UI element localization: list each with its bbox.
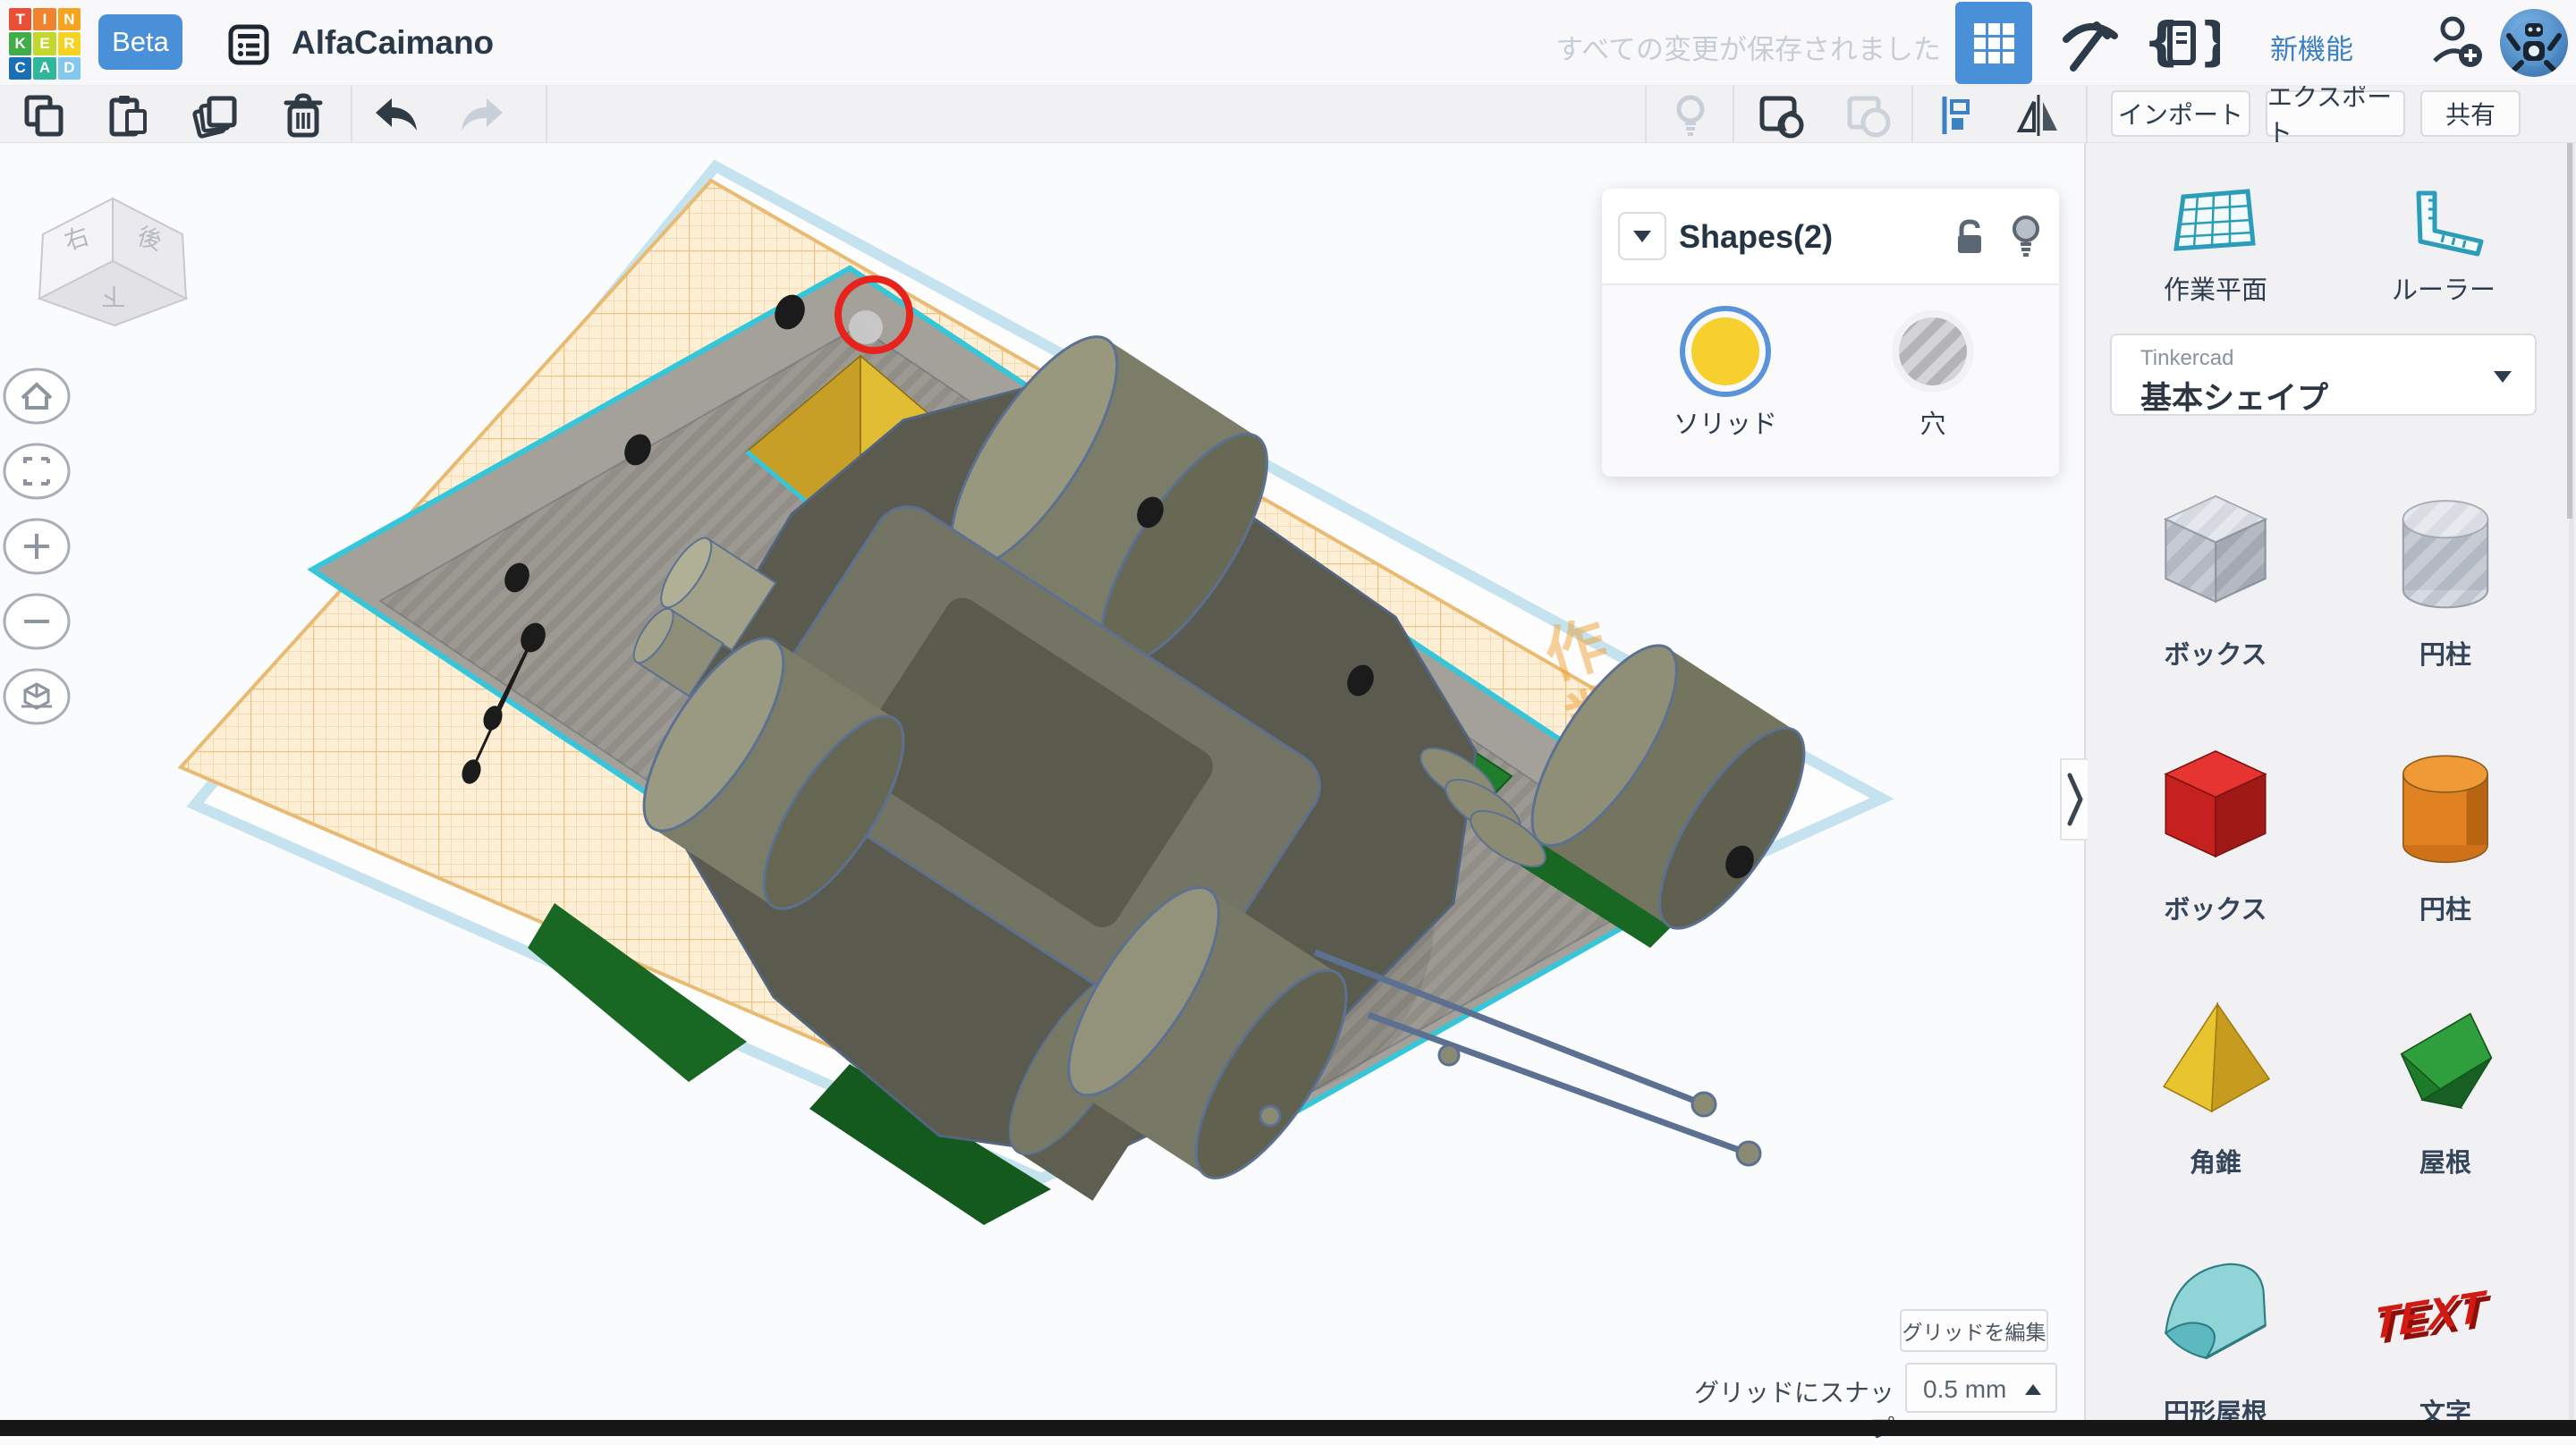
chevron-right-icon [2065,768,2085,831]
shapes-inspector-panel: Shapes(2) ソリッド [1602,189,2059,477]
hide-bulb-icon[interactable] [2006,214,2046,260]
app-header: TIN KER CAD Beta AlfaCaimano すべての変更が保存されまし… [0,0,2576,86]
shapes-panel-title: Shapes(2) [1679,218,1833,256]
shape-cylinder-striped[interactable]: 円柱 [2347,483,2544,672]
light-bulb-icon[interactable] [1669,93,1712,142]
home-view-button[interactable] [4,369,69,423]
shape-label: ボックス [2117,889,2314,926]
design-title[interactable]: AlfaCaimano [292,24,494,62]
library-name: 基本シェイプ [2140,373,2328,418]
tinker-pickaxe-icon[interactable] [2055,13,2120,78]
logo-tile: K [9,32,31,55]
edit-grid-button[interactable]: グリッドを編集 [1900,1309,2048,1352]
chevron-up-icon [2025,1384,2041,1395]
logo-tile: N [58,8,80,30]
unlock-icon[interactable] [1949,217,1990,258]
shape-label: 角錐 [2117,1142,2314,1179]
fit-view-button[interactable] [4,444,69,498]
beta-button[interactable]: Beta [98,14,182,70]
hole-label: 穴 [1843,403,2022,441]
invite-person-icon[interactable] [2429,14,2488,76]
logo-tile: T [9,8,31,30]
browser-bottom-bar [0,1420,2576,1436]
user-avatar[interactable] [2500,9,2568,77]
solid-mode-icon[interactable] [1757,93,1805,144]
snap-value: 0.5 mm [1923,1375,2006,1404]
solid-label: ソリッド [1636,403,1815,441]
hole-mode-icon[interactable] [1844,93,1893,144]
logo-tile: D [58,57,80,80]
chevron-down-icon [1633,231,1651,242]
delete-icon[interactable] [281,93,326,144]
duplicate-icon[interactable] [191,93,240,144]
shape-box-striped[interactable]: ボックス [2117,483,2314,672]
save-status-text: すべての変更が保存されました [1547,27,1941,67]
logo-tile: I [33,8,55,30]
svg-text:}: } [2199,13,2220,72]
hole-swatch[interactable] [1890,308,1976,399]
dashboard-grid-button[interactable] [1955,2,2032,84]
copy-icon[interactable] [21,93,66,142]
sidebar-scrollbar[interactable] [2569,143,2574,1420]
edit-toolbar: インポート エクスポート 共有 [0,86,2576,143]
perspective-toggle-button[interactable] [4,670,69,723]
paste-icon[interactable] [106,93,150,142]
ruler-tool[interactable]: ルーラー [2345,188,2542,307]
shape-text-red[interactable]: TEXT TEXT 文字 [2347,1241,2544,1430]
shape-cylinder-orange[interactable]: 円柱 [2347,738,2544,926]
codeblocks-icon[interactable]: { } [2143,13,2220,78]
workplane-icon [2171,188,2260,258]
snap-value-dropdown[interactable]: 0.5 mm [1905,1363,2057,1413]
whats-new-link[interactable]: 新機能 [2270,27,2353,67]
import-button[interactable]: インポート [2111,90,2250,137]
logo-tile: C [9,57,31,80]
ruler-label: ルーラー [2345,269,2542,307]
workplane-tool[interactable]: 作業平面 [2117,188,2314,307]
collapse-panel-button[interactable] [1618,212,1666,260]
tinkercad-logo[interactable]: TIN KER CAD [9,8,80,80]
shape-label: 屋根 [2347,1142,2544,1179]
chevron-down-icon [2494,371,2512,383]
zoom-in-button[interactable] [4,520,69,573]
zoom-out-button[interactable] [4,595,69,648]
redo-icon[interactable] [458,93,508,142]
svg-text:下: 下 [102,283,126,309]
ruler-icon [2399,188,2488,258]
shape-box-red[interactable]: ボックス [2117,738,2314,926]
shape-label: 円柱 [2347,634,2544,672]
undo-icon[interactable] [370,93,420,142]
workplane-label: 作業平面 [2117,269,2314,307]
shape-label: ボックス [2117,634,2314,672]
export-button[interactable]: エクスポート [2266,90,2405,137]
logo-tile: E [33,32,55,55]
sidebar-collapse-tab[interactable] [2060,758,2088,841]
logo-tile: A [33,57,55,80]
shape-library-dropdown[interactable]: Tinkercad 基本シェイプ [2110,334,2537,416]
shape-roof-green[interactable]: 屋根 [2347,991,2544,1179]
align-icon[interactable] [1937,93,1982,142]
design-properties-icon[interactable] [227,23,270,71]
shape-pyramid-yellow[interactable]: 角錐 [2117,991,2314,1179]
shape-label: 円柱 [2347,889,2544,926]
shape-library-sidebar: 作業平面 ルーラー Tinkercad 基本シェイプ ボックス [2084,143,2576,1420]
logo-tile: R [58,32,80,55]
library-brand: Tinkercad [2140,346,2233,371]
solid-color-swatch[interactable] [1679,305,1772,402]
mirror-icon[interactable] [2014,93,2063,142]
shape-round-roof-teal[interactable]: 円形屋根 [2117,1241,2314,1430]
share-button[interactable]: 共有 [2420,90,2521,137]
